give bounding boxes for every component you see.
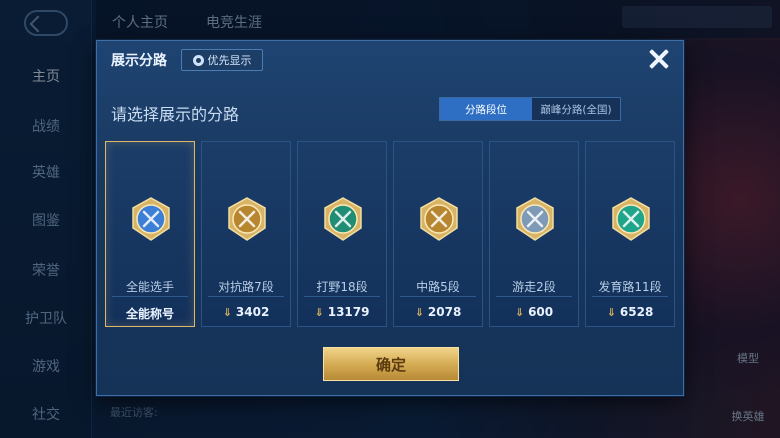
all-round-emblem-icon <box>132 197 170 241</box>
lane-card-name: 对抗路7段 <box>218 280 274 294</box>
lane-card-stat: ⇓ 13179 <box>298 305 386 319</box>
card-divider <box>592 296 668 297</box>
mid-lane-emblem-icon <box>420 197 458 241</box>
lane-card-stat: 全能称号 <box>106 305 194 322</box>
confirm-button[interactable]: 确定 <box>323 347 459 381</box>
lane-card-name: 中路5段 <box>416 280 460 294</box>
card-divider <box>208 296 284 297</box>
jungle-emblem-icon <box>324 197 362 241</box>
rank-points-icon: ⇓ <box>222 306 232 319</box>
lane-card[interactable]: 打野18段 ⇓ 13179 <box>297 141 387 327</box>
card-divider <box>304 296 380 297</box>
clash-lane-emblem-icon <box>228 197 266 241</box>
close-icon[interactable] <box>645 45 673 73</box>
rank-points-icon: ⇓ <box>314 306 324 319</box>
lane-card[interactable]: 全能选手 全能称号 <box>105 141 195 327</box>
tab-peak-lane[interactable]: 巅峰分路(全国) <box>532 98 620 120</box>
lane-card-stat-value: 6528 <box>619 305 654 319</box>
rank-points-icon: ⇓ <box>514 306 525 319</box>
lane-card[interactable]: 中路5段 ⇓ 2078 <box>393 141 483 327</box>
dialog-title: 展示分路 <box>111 53 167 69</box>
dialog-subtitle: 请选择展示的分路 <box>111 105 240 124</box>
lane-card-stat: ⇓ 3402 <box>202 305 290 319</box>
lane-card-name: 发育路11段 <box>598 280 662 294</box>
priority-display-button[interactable]: 优先显示 <box>181 49 263 71</box>
rank-points-icon: ⇓ <box>606 306 616 319</box>
priority-display-label: 优先显示 <box>207 54 252 67</box>
lane-card-stat: ⇓ 6528 <box>586 305 674 319</box>
roam-emblem-icon <box>516 197 554 241</box>
lane-card-stat-value: 3402 <box>235 305 270 319</box>
lane-card-stat: ⇓ 2078 <box>394 305 482 319</box>
lane-card-name: 全能选手 <box>125 280 174 294</box>
lane-display-dialog: 展示分路 优先显示 请选择展示的分路 分路段位 巅峰分路(全国) 全能选手全能称… <box>96 40 684 396</box>
lane-source-toggle: 分路段位 巅峰分路(全国) <box>439 97 621 121</box>
card-divider <box>112 296 188 297</box>
tab-lane-rank[interactable]: 分路段位 <box>440 98 532 120</box>
dialog-header: 展示分路 优先显示 <box>97 41 685 77</box>
lane-card-stat: ⇓ 600 <box>490 305 578 319</box>
rank-points-icon: ⇓ <box>414 306 424 319</box>
lane-card-stat-value: 2078 <box>427 305 462 319</box>
lane-card-name: 游走2段 <box>512 280 556 294</box>
lane-card[interactable]: 发育路11段 ⇓ 6528 <box>585 141 675 327</box>
farm-lane-emblem-icon <box>612 197 650 241</box>
lane-card[interactable]: 游走2段 ⇓ 600 <box>489 141 579 327</box>
gear-icon <box>192 54 204 66</box>
card-divider <box>496 296 572 297</box>
lane-card-stat-value: 13179 <box>327 305 370 319</box>
lane-card-stat-value: 600 <box>528 305 554 319</box>
lane-card-name: 打野18段 <box>316 280 368 294</box>
card-divider <box>400 296 476 297</box>
lane-card-list: 全能选手 全能称号 对抗路7段 ⇓ 3402 打野18段 ⇓ 13179 中路5段 ⇓ 2078 游走… <box>105 141 677 327</box>
lane-card-stat-value: 全能称号 <box>125 307 174 321</box>
lane-card[interactable]: 对抗路7段 ⇓ 3402 <box>201 141 291 327</box>
